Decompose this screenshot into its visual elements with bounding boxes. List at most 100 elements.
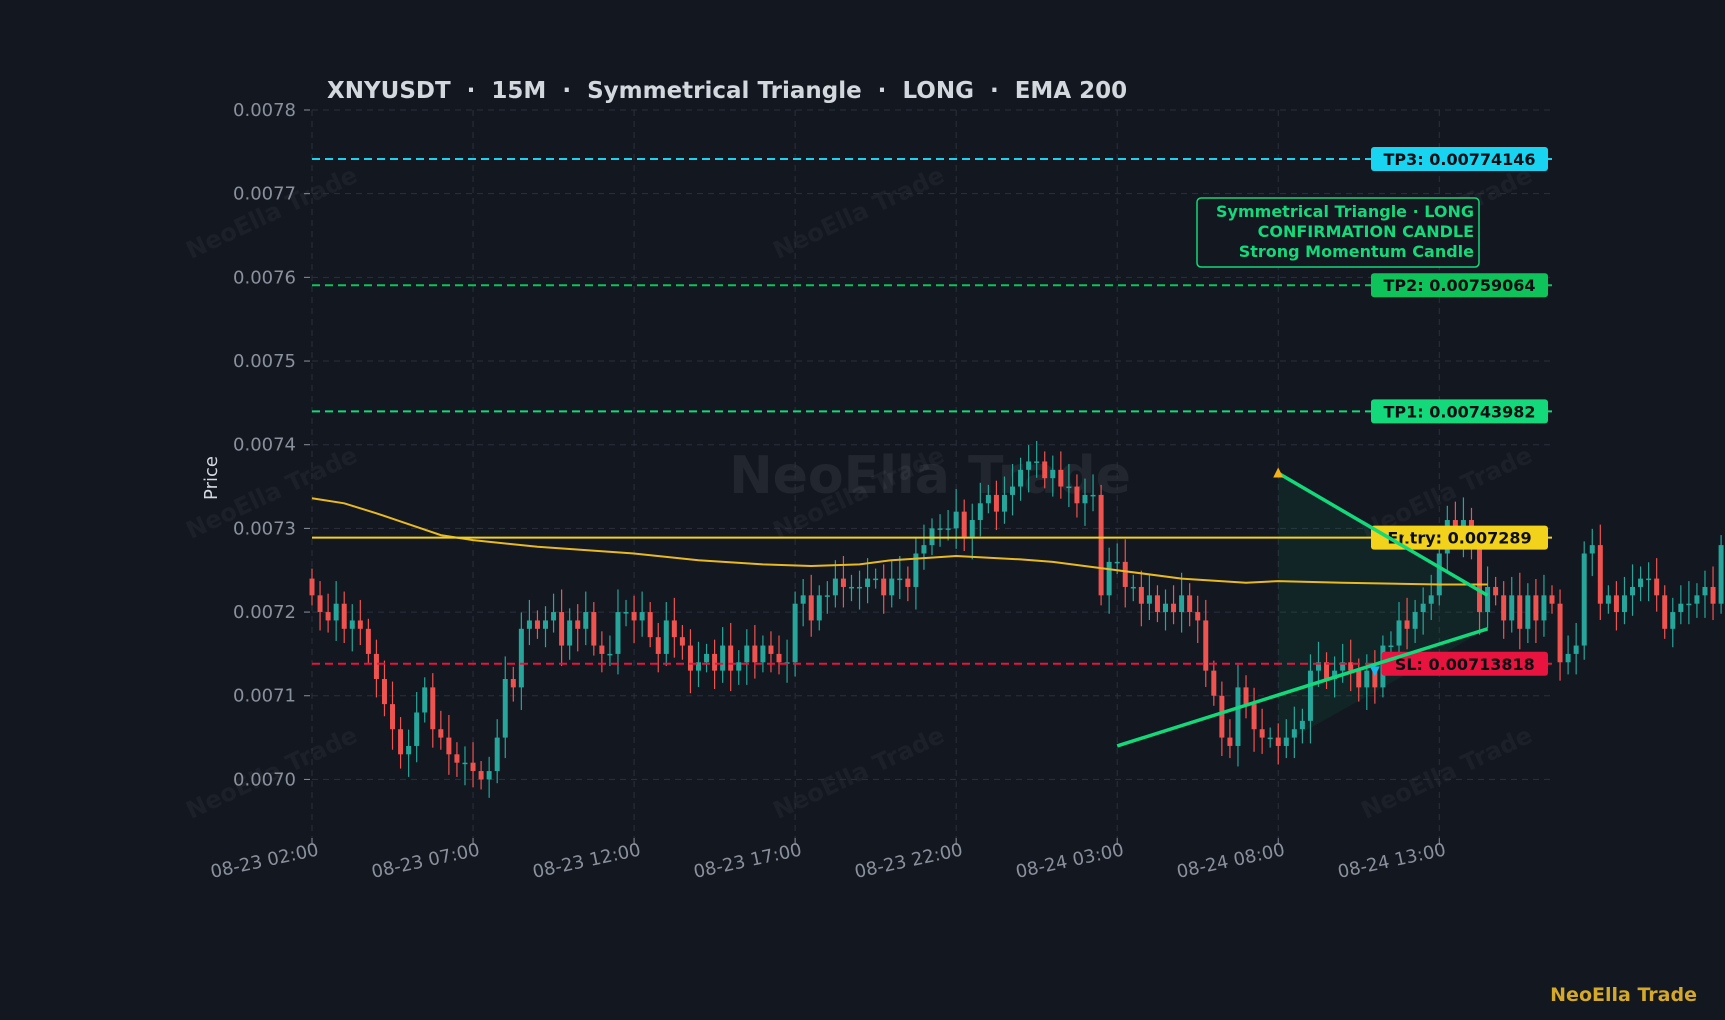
x-tick-label: 08-23 02:00 — [209, 839, 321, 882]
candle-body — [1605, 595, 1611, 604]
candle-body — [1074, 486, 1080, 504]
candle-body — [1154, 595, 1160, 613]
candle-body — [599, 645, 605, 654]
candle-body — [760, 645, 766, 663]
candle-body — [534, 620, 540, 629]
candle-body — [1299, 720, 1305, 730]
candle-body — [406, 745, 412, 755]
candle-body — [1630, 586, 1636, 596]
candle-body — [1163, 603, 1169, 613]
annotation-line: CONFIRMATION CANDLE — [1258, 222, 1474, 241]
candle-body — [985, 494, 991, 504]
candle-body — [1428, 595, 1434, 604]
candle-body — [1018, 469, 1024, 487]
candle-body — [1243, 687, 1249, 705]
candle-body — [663, 620, 669, 654]
candle-body — [1613, 595, 1619, 613]
candle-body — [478, 771, 484, 780]
candle-body — [655, 637, 661, 654]
candle-body — [591, 612, 597, 646]
candle-body — [559, 612, 565, 646]
candle-body — [1042, 461, 1048, 479]
candle-body — [945, 528, 951, 530]
candle-body — [1565, 653, 1571, 663]
candle-body — [865, 578, 871, 587]
candle-body — [1388, 645, 1394, 648]
level-label-tp1: TP1: 0.00743982 — [1383, 402, 1535, 421]
candle-body — [977, 503, 983, 521]
candle-body — [1235, 687, 1241, 746]
candle-body — [1364, 670, 1370, 688]
candle-body — [1203, 620, 1209, 671]
x-tick-label: 08-24 08:00 — [1175, 839, 1287, 882]
candle-body — [848, 586, 854, 589]
candle-body — [1307, 670, 1313, 721]
candle-body — [639, 612, 645, 621]
candle-body — [1662, 595, 1668, 629]
marker-up-triangle — [1273, 467, 1284, 478]
candle-body — [969, 520, 975, 537]
candle-body — [704, 653, 710, 663]
x-tick-label: 08-23 22:00 — [853, 839, 965, 882]
candle-body — [325, 612, 331, 621]
candle-body — [993, 494, 999, 512]
candle-body — [1171, 603, 1177, 613]
y-tick-label: 0.0073 — [233, 518, 296, 539]
candle-body — [961, 511, 967, 537]
candle-body — [438, 729, 444, 738]
candle-body — [1058, 469, 1064, 487]
candle-body — [1130, 586, 1136, 589]
candle-body — [792, 603, 798, 663]
annotation-line: Strong Momentum Candle — [1239, 242, 1474, 261]
candle-body — [1259, 729, 1265, 738]
candle-body — [373, 653, 379, 680]
candle-body — [687, 645, 693, 671]
candle-body — [776, 653, 782, 663]
candle-body — [1219, 695, 1225, 738]
candle-body — [551, 612, 557, 621]
candle-body — [1114, 561, 1120, 564]
candle-body — [1517, 595, 1523, 629]
candle-body — [446, 737, 452, 755]
candle-body — [502, 679, 508, 738]
watermark-center: NeoElla Trade — [729, 446, 1131, 506]
candle-body — [1187, 595, 1193, 613]
candle-body — [720, 645, 726, 671]
candle-body — [1654, 578, 1660, 596]
candle-body — [357, 620, 363, 629]
candle-body — [1034, 461, 1040, 463]
candle-body — [1525, 595, 1531, 629]
candle-body — [1597, 545, 1603, 604]
candle-body — [752, 645, 758, 663]
candle-body — [1533, 595, 1539, 621]
watermark-text: NeoElla Trade — [769, 161, 949, 265]
candle-body — [615, 612, 621, 654]
candle-body — [937, 528, 943, 530]
candle-body — [390, 704, 396, 730]
candle-body — [1718, 545, 1724, 604]
y-axis-label: Price — [201, 456, 222, 500]
level-label-sl: SL: 0.00713818 — [1395, 655, 1535, 674]
candle-body — [317, 595, 323, 613]
level-label-tp2: TP2: 0.00759064 — [1383, 276, 1535, 295]
candle-body — [1702, 586, 1708, 596]
candle-body — [1436, 553, 1442, 596]
candle-body — [1589, 545, 1595, 554]
candle-body — [341, 603, 347, 629]
candle-body — [333, 603, 339, 621]
candle-body — [349, 620, 355, 629]
candle-body — [567, 620, 573, 646]
candle-body — [414, 712, 420, 746]
candle-body — [1195, 612, 1201, 621]
candle-body — [712, 653, 718, 671]
candle-body — [832, 578, 838, 596]
candle-body — [840, 578, 846, 587]
candle-body — [881, 578, 887, 596]
candle-body — [1283, 737, 1289, 746]
candle-body — [768, 645, 774, 654]
watermark-text: NeoElla Trade — [182, 161, 362, 265]
candle-body — [462, 762, 468, 765]
x-tick-label: 08-24 13:00 — [1336, 839, 1448, 882]
candle-body — [736, 662, 742, 671]
candle-body — [1694, 595, 1700, 604]
